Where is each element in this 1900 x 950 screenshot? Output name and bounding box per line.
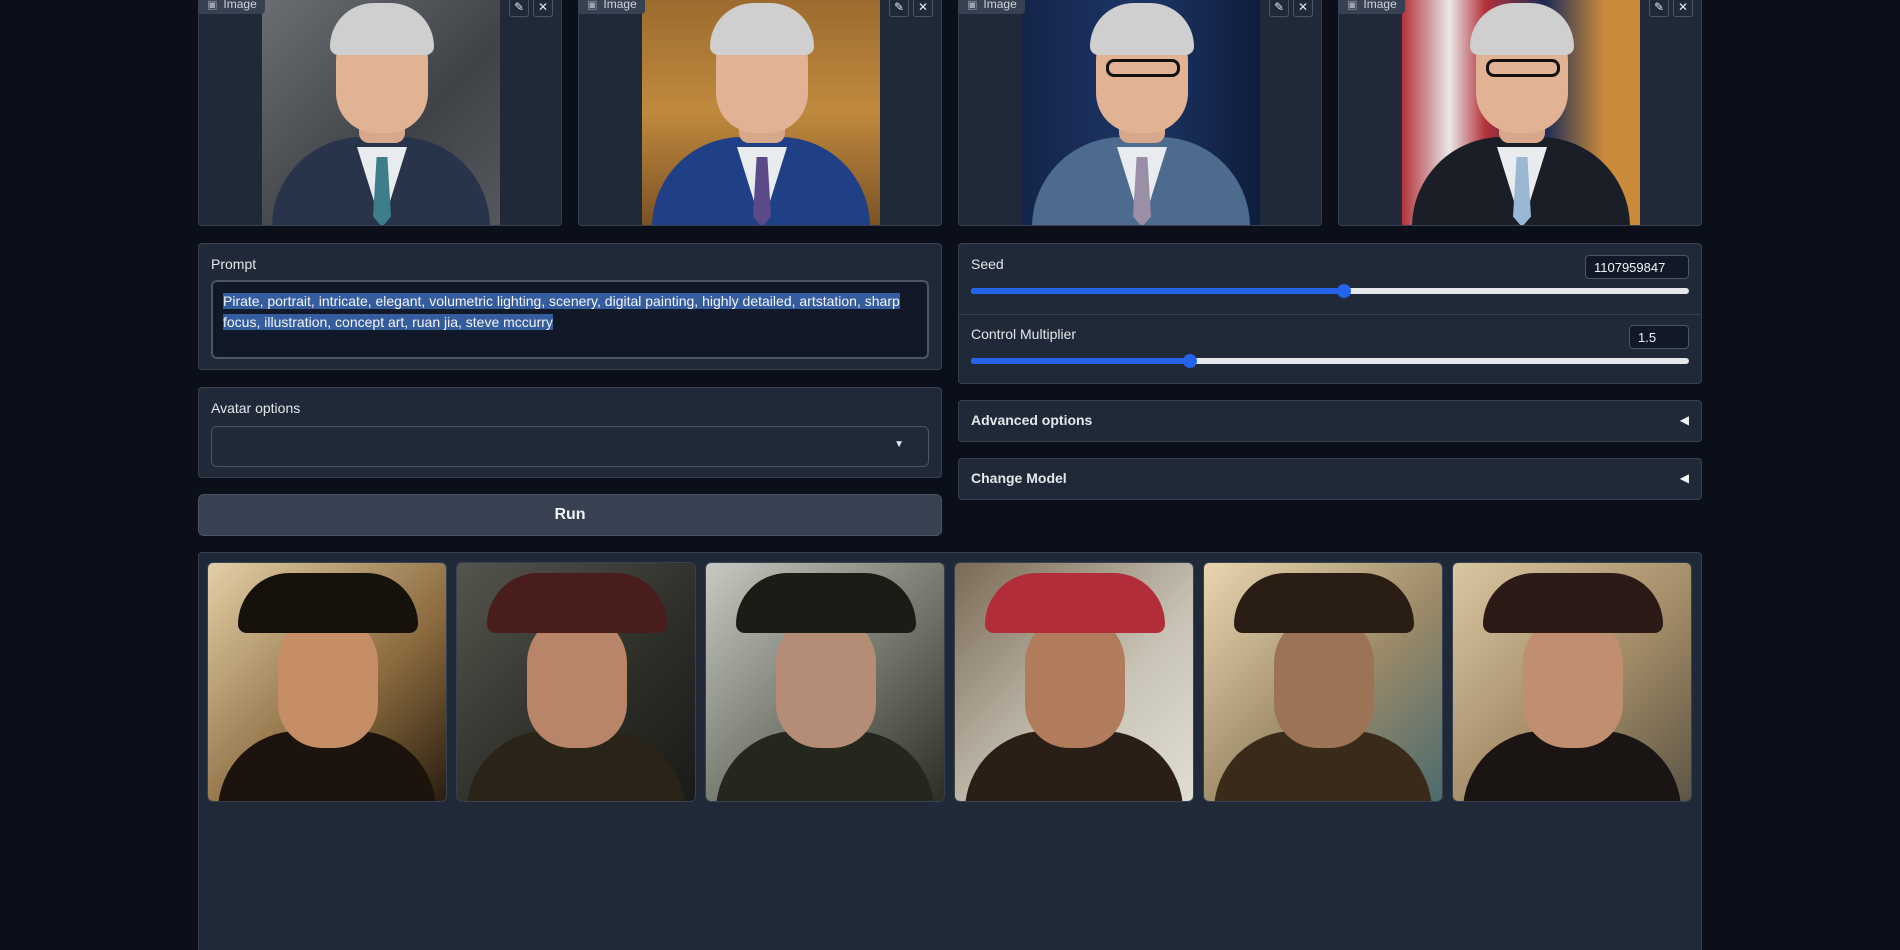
image-input-3[interactable]: ▣ Image ✎ ✕: [958, 0, 1322, 226]
prompt-label: Prompt: [211, 256, 257, 272]
pencil-icon[interactable]: ✎: [509, 0, 529, 17]
close-icon[interactable]: ✕: [533, 0, 553, 17]
portrait-image: [1022, 0, 1260, 225]
sliders-panel: Seed 1107959847 Control Multiplier 1.5: [958, 243, 1702, 384]
gallery-image-1[interactable]: [207, 562, 447, 802]
avatar-options-panel: Avatar options ▼: [198, 387, 942, 478]
image-label: ▣ Image: [959, 0, 1025, 14]
image-input-1[interactable]: ▣ Image ✎ ✕: [198, 0, 562, 226]
avatar-options-label: Avatar options: [211, 400, 301, 416]
seed-label: Seed: [971, 256, 1004, 272]
chevron-down-icon: ▼: [894, 439, 904, 450]
prompt-textarea[interactable]: Pirate, portrait, intricate, elegant, vo…: [211, 280, 929, 359]
control-multiplier-label: Control Multiplier: [971, 326, 1077, 342]
image-icon: ▣: [587, 0, 598, 11]
gallery-image-5[interactable]: [1203, 562, 1443, 802]
image-label-text: Image: [223, 0, 257, 11]
prompt-panel: Prompt Pirate, portrait, intricate, eleg…: [198, 243, 942, 370]
gallery-image-6[interactable]: [1452, 562, 1692, 802]
seed-slider-thumb[interactable]: [1337, 284, 1351, 298]
avatar-options-dropdown[interactable]: ▼: [211, 426, 929, 467]
advanced-options-accordion[interactable]: Advanced options ◀: [958, 400, 1702, 442]
image-label: ▣ Image: [199, 0, 265, 14]
pencil-icon[interactable]: ✎: [1269, 0, 1289, 17]
triangle-left-icon: ◀: [1679, 471, 1689, 485]
image-icon: ▣: [967, 0, 978, 11]
close-icon[interactable]: ✕: [1293, 0, 1313, 17]
pencil-icon[interactable]: ✎: [889, 0, 909, 17]
close-icon[interactable]: ✕: [1673, 0, 1693, 17]
advanced-options-label: Advanced options: [971, 412, 1093, 428]
seed-slider[interactable]: [971, 284, 1689, 298]
image-label-text: Image: [603, 0, 637, 11]
portrait-image: [642, 0, 880, 225]
control-multiplier-input[interactable]: 1.5: [1629, 325, 1689, 349]
image-icon: ▣: [207, 0, 218, 11]
gallery-image-3[interactable]: [705, 562, 945, 802]
gallery-image-4[interactable]: [954, 562, 1194, 802]
seed-slider-fill: [971, 288, 1344, 294]
control-multiplier-slider[interactable]: [971, 354, 1689, 368]
control-multiplier-slider-fill: [971, 358, 1190, 364]
image-input-4[interactable]: ▣ Image ✎ ✕: [1338, 0, 1702, 226]
pencil-icon[interactable]: ✎: [1649, 0, 1669, 17]
change-model-label: Change Model: [971, 470, 1067, 486]
image-icon: ▣: [1347, 0, 1358, 11]
run-button[interactable]: Run: [198, 494, 942, 536]
image-input-2[interactable]: ▣ Image ✎ ✕: [578, 0, 942, 226]
prompt-text: Pirate, portrait, intricate, elegant, vo…: [223, 293, 900, 330]
close-icon[interactable]: ✕: [913, 0, 933, 17]
divider: [959, 314, 1701, 315]
gallery-image-2[interactable]: [456, 562, 696, 802]
image-label: ▣ Image: [579, 0, 645, 14]
image-label: ▣ Image: [1339, 0, 1405, 14]
image-label-text: Image: [983, 0, 1017, 11]
control-multiplier-slider-thumb[interactable]: [1183, 354, 1197, 368]
portrait-image: [1402, 0, 1640, 225]
change-model-accordion[interactable]: Change Model ◀: [958, 458, 1702, 500]
seed-input[interactable]: 1107959847: [1585, 255, 1689, 279]
portrait-image: [262, 0, 500, 225]
image-label-text: Image: [1363, 0, 1397, 11]
triangle-left-icon: ◀: [1679, 413, 1689, 427]
